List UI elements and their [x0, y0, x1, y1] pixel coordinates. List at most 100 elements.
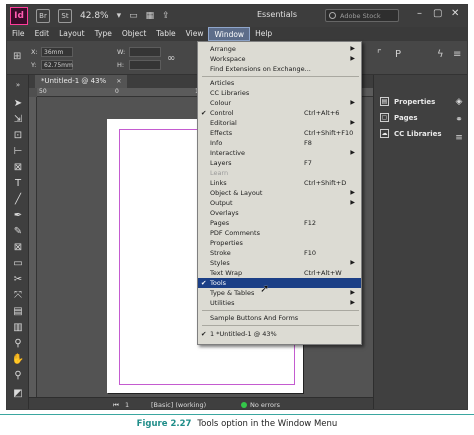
lightning-icon[interactable]: ϟ: [437, 49, 444, 60]
status-bar: ⏮ 1 [Basic] (working) No errors: [29, 397, 373, 409]
constrain-proportions-icon[interactable]: ∞: [167, 53, 175, 64]
rectangle-tool-icon[interactable]: ▭: [11, 257, 25, 270]
menu-item-overlays[interactable]: Overlays: [198, 208, 361, 218]
menu-item-cc-libraries[interactable]: CC Libraries: [198, 88, 361, 98]
zoom-tool-icon[interactable]: ⚲: [11, 369, 25, 382]
menu-item-control[interactable]: ✔ Control Ctrl+Alt+6: [198, 108, 361, 118]
gradient-feather-tool-icon[interactable]: ▥: [11, 321, 25, 334]
menu-item-sample-buttons[interactable]: Sample Buttons And Forms: [198, 313, 361, 323]
menu-item-object-layout[interactable]: Object & Layout ▶: [198, 188, 361, 198]
menu-edit[interactable]: Edit: [30, 27, 55, 41]
zoom-level[interactable]: 42.8%: [80, 11, 109, 21]
cc-libraries-panel-tab[interactable]: ☁ CC Libraries: [380, 129, 442, 138]
gradient-tool-icon[interactable]: ▤: [11, 305, 25, 318]
reference-point-icon[interactable]: ⊞: [13, 51, 21, 62]
eyedropper-tool-icon[interactable]: ⚲: [11, 337, 25, 350]
menu-item-find-extensions[interactable]: Find Extensions on Exchange...: [198, 64, 361, 74]
pages-panel-tab[interactable]: ▢ Pages: [380, 113, 418, 122]
screen-mode-icon[interactable]: ▭: [129, 11, 138, 21]
menu-help[interactable]: Help: [250, 27, 277, 41]
submenu-arrow-icon: ▶: [350, 199, 355, 206]
vertical-ruler[interactable]: [29, 97, 37, 397]
content-collector-icon[interactable]: ⊠: [11, 161, 25, 174]
menu-item-arrange[interactable]: Arrange ▶: [198, 44, 361, 54]
menu-item-output[interactable]: Output ▶: [198, 198, 361, 208]
links-icon[interactable]: ⚭: [454, 115, 464, 125]
free-transform-tool-icon[interactable]: ⤧: [11, 289, 25, 302]
menu-item-articles[interactable]: Articles: [198, 78, 361, 88]
fill-icon[interactable]: ⌜: [377, 49, 382, 60]
stock-search-input[interactable]: Adobe Stock: [325, 9, 399, 22]
arrange-documents-icon[interactable]: ▦: [146, 11, 155, 21]
menu-item-effects[interactable]: Effects Ctrl+Shift+F10: [198, 128, 361, 138]
menu-item-open-document[interactable]: ✔ 1 *Untitled-1 @ 43%: [198, 329, 361, 339]
menu-item-pages[interactable]: Pages F12: [198, 218, 361, 228]
page-number[interactable]: 1: [125, 401, 129, 409]
menu-item-type-tables[interactable]: Type & Tables ▶: [198, 288, 361, 298]
y-field[interactable]: 62.75mm: [41, 60, 73, 70]
menu-item-interactive[interactable]: Interactive ▶: [198, 148, 361, 158]
menu-window[interactable]: Window: [208, 27, 251, 41]
fill-stroke-icon[interactable]: ◩: [11, 387, 25, 400]
properties-panel-tab[interactable]: ▤ Properties: [380, 97, 435, 106]
menu-item-stroke[interactable]: Stroke F10: [198, 248, 361, 258]
workspace-switcher[interactable]: Essentials: [257, 10, 297, 19]
menu-item-info[interactable]: Info F8: [198, 138, 361, 148]
publish-icon[interactable]: ⇪: [162, 11, 170, 21]
menu-item-links[interactable]: Links Ctrl+Shift+D: [198, 178, 361, 188]
ruler-mark-0: 0: [115, 88, 119, 95]
submenu-arrow-icon: ▶: [350, 149, 355, 156]
rectangle-frame-tool-icon[interactable]: ⊠: [11, 241, 25, 254]
pencil-tool-icon[interactable]: ✎: [11, 225, 25, 238]
page-tool-icon[interactable]: ⊡: [11, 129, 25, 142]
menu-item-learn: Learn: [210, 169, 229, 177]
minimize-icon[interactable]: –: [417, 8, 422, 19]
layers-icon[interactable]: ◈: [454, 97, 464, 107]
preflight-status[interactable]: No errors: [241, 401, 280, 409]
menu-layout[interactable]: Layout: [54, 27, 90, 41]
menu-type[interactable]: Type: [90, 27, 117, 41]
first-page-icon[interactable]: ⏮: [113, 401, 119, 409]
menu-item-properties[interactable]: Properties: [198, 238, 361, 248]
menu-file[interactable]: File: [7, 27, 30, 41]
view-options-icon[interactable]: ▾: [117, 11, 122, 21]
menu-item-tools[interactable]: ✔ Tools: [198, 278, 361, 288]
line-tool-icon[interactable]: ╱: [11, 193, 25, 206]
hand-tool-icon[interactable]: ✋: [11, 353, 25, 366]
menu-bar: File Edit Layout Type Object Table View …: [7, 27, 467, 41]
menu-item-colour[interactable]: Colour ▶: [198, 98, 361, 108]
selection-tool-icon[interactable]: ➤: [11, 97, 25, 110]
h-field[interactable]: [129, 60, 161, 70]
stock-icon[interactable]: St: [58, 9, 72, 23]
menu-item-workspace[interactable]: Workspace ▶: [198, 54, 361, 64]
menu-object[interactable]: Object: [117, 27, 151, 41]
close-tab-icon[interactable]: ✕: [116, 78, 121, 85]
bridge-icon[interactable]: Br: [36, 9, 50, 23]
stroke-icon[interactable]: ≡: [454, 133, 464, 143]
paragraph-icon[interactable]: P: [395, 49, 401, 60]
menu-item-layers[interactable]: Layers F7: [198, 158, 361, 168]
menu-view[interactable]: View: [181, 27, 209, 41]
w-field[interactable]: [129, 47, 161, 57]
menu-separator: [202, 310, 359, 311]
menu-item-pdf-comments[interactable]: PDF Comments: [198, 228, 361, 238]
maximize-icon[interactable]: ▢: [433, 8, 442, 19]
pen-tool-icon[interactable]: ✒: [11, 209, 25, 222]
menu-item-editorial[interactable]: Editorial ▶: [198, 118, 361, 128]
menu-item-styles[interactable]: Styles ▶: [198, 258, 361, 268]
panel-menu-icon[interactable]: ≡: [453, 49, 461, 60]
preflight-profile[interactable]: [Basic] (working): [151, 401, 206, 409]
type-tool-icon[interactable]: T: [11, 177, 25, 190]
scissors-tool-icon[interactable]: ✂: [11, 273, 25, 286]
document-tab[interactable]: *Untitled-1 @ 43% ✕: [35, 75, 128, 88]
menu-item-utilities[interactable]: Utilities ▶: [198, 298, 361, 308]
gap-tool-icon[interactable]: ⊢: [11, 145, 25, 158]
indesign-window: Id Br St 42.8% ▾ ▭ ▦ ⇪ Essentials Adobe …: [6, 4, 468, 410]
close-icon[interactable]: ✕: [451, 8, 459, 19]
search-placeholder: Adobe Stock: [340, 12, 381, 20]
menu-table[interactable]: Table: [151, 27, 180, 41]
direct-selection-tool-icon[interactable]: ⇲: [11, 113, 25, 126]
x-field[interactable]: 36mm: [41, 47, 73, 57]
menu-item-text-wrap[interactable]: Text Wrap Ctrl+Alt+W: [198, 268, 361, 278]
collapse-tools-icon[interactable]: »: [11, 79, 25, 92]
